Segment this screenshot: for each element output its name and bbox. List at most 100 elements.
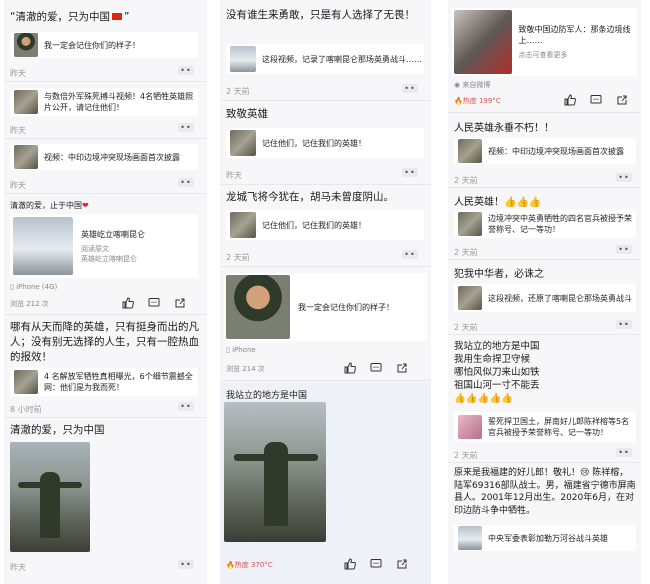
post-headline: “清澈的爱，只为中国” [10, 11, 130, 23]
more-icon[interactable]: •• [178, 178, 194, 187]
card-text: 边境冲突中英勇牺牲的四名官兵被授予荣誉称号、记一等功！ [488, 214, 632, 234]
link-preview-card[interactable]: 英雄屹立喀喇昆仑 阅读原文 英雄屹立喀喇昆仑 [10, 214, 198, 278]
hot-score: 🔥热度 199°C [454, 97, 501, 105]
more-icon[interactable]: •• [616, 320, 632, 329]
divider [220, 100, 431, 101]
comment-icon[interactable] [370, 362, 382, 374]
card-text: 誓死捍卫国土，屏南好儿郎陈祥榕等5名官兵被授予荣誉称号、记一等功！ [488, 417, 630, 437]
post-image[interactable] [10, 442, 90, 552]
link-subtitle: 英雄屹立喀喇昆仑 [81, 254, 137, 263]
read-original-link[interactable]: 阅读原文 [81, 244, 145, 254]
more-icon[interactable]: •• [402, 84, 418, 93]
divider [220, 184, 431, 185]
timestamp: 2 天前 [226, 87, 250, 96]
linked-post-card[interactable]: 这段视频，记录了喀喇昆仑那场英勇战斗…… [226, 44, 424, 74]
more-icon[interactable]: •• [178, 560, 194, 569]
more-icon[interactable]: •• [178, 66, 194, 75]
divider [4, 138, 207, 139]
heart-icon: ❤ [82, 201, 89, 210]
share-icon[interactable] [396, 362, 408, 374]
linked-post-card[interactable]: 边境冲突中英勇牺牲的四名官兵被授予荣誉称号、记一等功！ [454, 210, 636, 238]
comment-icon[interactable] [148, 297, 160, 309]
thumbs-up-icon[interactable] [344, 558, 356, 570]
post-thumbnail [230, 130, 256, 156]
post-thumbnail [230, 212, 256, 238]
share-image [226, 275, 290, 339]
timestamp: 2 天前 [454, 451, 478, 460]
linked-post-card[interactable]: 4 名解放军牺牲真相曝光，6个细节震撼全网：他们是为我而死！ [10, 368, 198, 396]
more-icon[interactable]: •• [178, 402, 194, 411]
share-icon[interactable] [174, 297, 186, 309]
post-headline: 没有谁生来勇敢，只是有人选择了无畏！ [226, 9, 415, 21]
divider [4, 81, 207, 82]
linked-post-card[interactable]: 记住他们，记住我们的英雄！ [226, 128, 424, 158]
linked-post-card[interactable]: 中央军委表彰加勒万河谷战斗英雄 [454, 525, 636, 551]
more-icon[interactable]: •• [616, 245, 632, 254]
more-icon[interactable]: •• [616, 173, 632, 182]
timestamp: 2 天前 [454, 248, 478, 257]
divider [220, 266, 431, 267]
post-headline: 致敬英雄 [226, 108, 268, 120]
timestamp: 2 天前 [454, 323, 478, 332]
link-preview-card[interactable]: 致敬中国边防军人：那条边境线上…… 点击可查看更多 [452, 8, 637, 76]
linked-post-card[interactable]: 我一定会记住你们的样子！ [10, 32, 198, 58]
post-thumbnail [458, 415, 482, 439]
fire-icon: 🔥 [454, 97, 463, 105]
more-icon[interactable]: •• [178, 123, 194, 132]
linked-post-card[interactable]: 誓死捍卫国土，屏南好儿郎陈祥榕等5名官兵被授予荣誉称号、记一等功！ [454, 412, 636, 442]
post-text: 清澈的爱，止于中国❤ [10, 201, 89, 210]
share-icon[interactable] [396, 558, 408, 570]
view-count: 浏览 214 次 [226, 365, 265, 373]
post-headline: 我站立的地方是中国 [226, 391, 308, 401]
divider [4, 193, 207, 194]
thumbs-up-icon[interactable] [564, 94, 576, 106]
card-text: 记住他们，记住我们的英雄！ [262, 138, 366, 148]
card-text: 记住他们，记住我们的英雄！ [262, 220, 366, 230]
linked-post-card[interactable]: 视频：中印边境冲突现场画面首次披露 [10, 144, 198, 170]
card-text: 中央军委表彰加勒万河谷战斗英雄 [488, 533, 608, 543]
comment-icon[interactable] [590, 94, 602, 106]
post-thumbnail [14, 33, 38, 57]
view-count: 浏览 212 次 [10, 300, 49, 308]
post-headline: 清澈的爱，只为中国 [10, 424, 105, 436]
linked-post-card[interactable]: 与数倍外军殊死搏斗视频！4名牺牲英雄照片公开，请记住他们！ [10, 88, 198, 116]
post-image[interactable] [224, 402, 326, 542]
share-icon[interactable] [616, 94, 628, 106]
comment-icon[interactable] [370, 558, 382, 570]
post-thumbnail [14, 90, 38, 114]
divider [448, 187, 641, 188]
card-text: 视频：中印边境冲突现场画面首次披露 [488, 146, 624, 156]
linked-post-card[interactable]: 这段视频，还原了喀喇昆仑那场英勇战斗 [454, 284, 636, 312]
divider [4, 417, 207, 418]
view-more-link[interactable]: 点击可查看更多 [519, 50, 638, 60]
linked-post-card[interactable]: 记住他们，记住我们的英雄！ [226, 210, 424, 240]
card-text: 4 名解放军牺牲真相曝光，6个细节震撼全网：他们是为我而死！ [44, 372, 193, 392]
post-thumbnail [14, 370, 38, 394]
more-icon[interactable]: •• [402, 168, 418, 177]
more-icon[interactable]: •• [402, 250, 418, 259]
post-thumbnail [458, 139, 482, 163]
timestamp: 昨天 [10, 126, 26, 135]
feed-column-3: 致敬中国边防军人：那条边境线上…… 点击可查看更多 ◉ 来自微博 🔥热度 199… [448, 0, 641, 584]
post-headline: 人民英雄！👍👍👍 [454, 197, 542, 208]
link-title: 致敬中国边防军人：那条边境线上…… [518, 25, 631, 45]
thumbs-up-icon[interactable] [122, 297, 134, 309]
soldier-arms [234, 454, 318, 461]
post-thumbnail [14, 145, 38, 169]
post-thumbnail [458, 286, 482, 310]
share-card[interactable]: 我一定会记住你们的样子！ [224, 273, 427, 341]
link-image [13, 217, 73, 275]
card-text: 这段视频，记录了喀喇昆仑那场英勇战斗…… [262, 54, 422, 64]
post-headline: 原来是我福建的好儿郎！敬礼！😢 陈祥榕，陆军69316部队战士。男，福建省宁德市… [454, 468, 636, 516]
divider [448, 462, 641, 463]
timestamp: 8 小时前 [10, 405, 42, 414]
timestamp: 昨天 [10, 69, 26, 78]
post-headline: 龙城飞将今犹在，胡马未曾度阴山。 [226, 191, 394, 203]
thumbs-up-icon[interactable] [344, 362, 356, 374]
timestamp: 2 天前 [454, 176, 478, 185]
device-label: ▯ iPhone (4G) [10, 283, 58, 291]
post-headline: 哪有从天而降的英雄，只有挺身而出的凡人；没有别无选择的人生，只有一腔热血的报效！ [10, 321, 199, 363]
card-text: 与数倍外军殊死搏斗视频！4名牺牲英雄照片公开，请记住他们！ [44, 92, 194, 112]
more-icon[interactable]: •• [616, 448, 632, 457]
linked-post-card[interactable]: 视频：中印边境冲突现场画面首次披露 [454, 138, 636, 164]
